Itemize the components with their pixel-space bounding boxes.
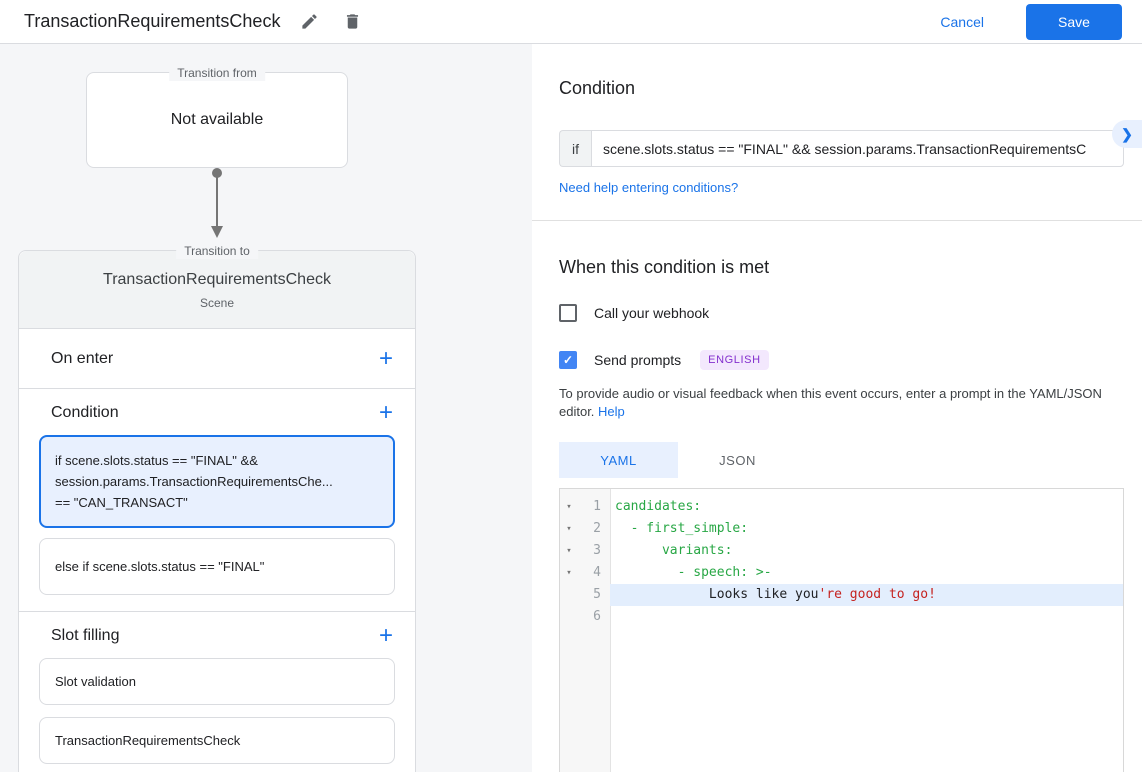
transition-from-legend: Transition from [169,65,265,81]
when-condition-met-section: When this condition is met Call your web… [532,221,1142,772]
condition-detail-panel: ❯ Condition if Need help entering condit… [532,44,1142,772]
scene-diagram-panel: Transition from Not available Transition… [0,44,532,772]
editor-line: ▾3 variants: [560,540,1123,562]
webhook-row: Call your webhook [559,304,1124,322]
code-editor[interactable]: ▾1candidates:▾2 - first_simple:▾3 varian… [559,488,1124,772]
webhook-label: Call your webhook [594,305,709,321]
fold-spacer [560,584,578,606]
pencil-icon [300,12,319,31]
transition-from-box: Transition from Not available [86,72,348,168]
fold-arrow-icon[interactable]: ▾ [560,562,578,584]
line-number: 4 [578,562,610,584]
condition-expression-row: if [559,130,1124,167]
line-number: 3 [578,540,610,562]
code-line: - speech: >- [610,562,1123,584]
code-line: - first_simple: [610,518,1123,540]
chevron-right-icon: ❯ [1121,126,1133,143]
transition-arrow [205,168,229,240]
slot-filling-card[interactable]: Slot validation [39,658,395,705]
scene-type-label: Scene [19,296,415,310]
send-prompts-checkbox[interactable]: ✓ [559,351,577,369]
condition-expression-input[interactable] [591,130,1124,167]
line-number: 5 [578,584,610,606]
editor-line: ▾4 - speech: >- [560,562,1123,584]
tab-yaml[interactable]: YAML [559,442,678,478]
collapse-panel-button[interactable]: ❯ [1112,120,1142,148]
tab-json[interactable]: JSON [678,442,797,478]
transition-to-legend: Transition to [176,243,258,259]
condition-heading: Condition [559,78,1124,99]
condition-editor-section: Condition if Need help entering conditio… [532,44,1142,197]
slot-filling-card[interactable]: TransactionRequirementsCheck [39,717,395,764]
code-line: candidates: [610,496,1123,518]
fold-spacer [560,606,578,628]
scene-card: Transition to TransactionRequirementsChe… [18,250,416,772]
line-number: 2 [578,518,610,540]
scene-card-header[interactable]: TransactionRequirementsCheck Scene [19,251,415,329]
transition-from-value: Not available [171,111,264,129]
line-number: 1 [578,496,610,518]
trash-icon [343,12,362,31]
send-prompts-row: ✓ Send prompts ENGLISH [559,350,1124,370]
editor-line: 6 [560,606,1123,628]
editor-line: ▾2 - first_simple: [560,518,1123,540]
condition-section: Condition + if scene.slots.status == "FI… [19,389,415,612]
delete-scene-button[interactable] [339,8,366,35]
slot-card-list: Slot validation TransactionRequirementsCh… [19,658,415,772]
webhook-checkbox[interactable] [559,304,577,322]
on-enter-section: On enter + [19,329,415,389]
if-prefix-label: if [559,130,591,167]
code-line: variants: [610,540,1123,562]
fold-arrow-icon[interactable]: ▾ [560,540,578,562]
header: TransactionRequirementsCheck Cancel Save [0,0,1142,44]
fold-arrow-icon[interactable]: ▾ [560,496,578,518]
main-content: Transition from Not available Transition… [0,44,1142,772]
condition-card-selected[interactable]: if scene.slots.status == "FINAL" &&sessi… [39,435,395,528]
scene-name: TransactionRequirementsCheck [19,271,415,289]
arrow-down-icon [205,168,229,240]
help-link[interactable]: Help [598,404,625,419]
editor-line: 5 Looks like you're good to go! [560,584,1123,606]
edit-scene-button[interactable] [296,8,323,35]
slot-filling-section-label: Slot filling [51,627,119,645]
condition-card[interactable]: else if scene.slots.status == "FINAL" [39,538,395,595]
save-button[interactable]: Save [1026,4,1122,40]
send-prompts-label: Send prompts [594,352,681,368]
add-slot-button[interactable]: + [379,625,393,647]
prompt-helper-text: To provide audio or visual feedback when… [559,385,1124,421]
add-condition-button[interactable]: + [379,402,393,424]
line-number: 6 [578,606,610,628]
editor-tabs: YAMLJSON [559,442,1124,478]
fold-arrow-icon[interactable]: ▾ [560,518,578,540]
code-line: Looks like you're good to go! [610,584,1123,606]
language-badge: ENGLISH [700,350,769,370]
condition-help-link[interactable]: Need help entering conditions? [559,180,738,195]
condition-section-label: Condition [51,404,119,422]
editor-line: ▾1candidates: [560,496,1123,518]
cancel-button[interactable]: Cancel [934,13,990,31]
condition-card-list: if scene.slots.status == "FINAL" &&sessi… [19,435,415,611]
code-line [610,606,1123,628]
add-on-enter-button[interactable]: + [379,348,393,370]
on-enter-label: On enter [51,350,113,368]
page-title: TransactionRequirementsCheck [24,11,280,32]
check-icon: ✓ [563,353,573,367]
when-met-heading: When this condition is met [559,257,1124,278]
slot-filling-section: Slot filling + Slot validation Transactio… [19,612,415,772]
